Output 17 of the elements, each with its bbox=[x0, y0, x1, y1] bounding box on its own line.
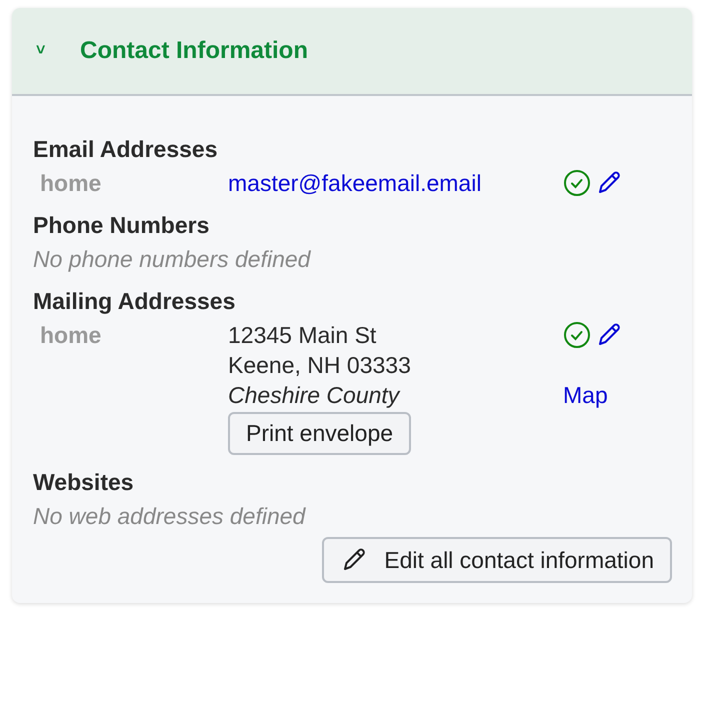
section-heading: Phone Numbers bbox=[33, 211, 210, 240]
county-text: Cheshire County bbox=[228, 381, 402, 410]
section-heading: Mailing Addresses bbox=[33, 287, 236, 316]
empty-message: No phone numbers defined bbox=[33, 245, 312, 274]
edit-all-button[interactable]: Edit all contact information bbox=[322, 537, 672, 584]
address-line: Keene, NH 03333 bbox=[228, 351, 412, 380]
empty-message: No web addresses defined bbox=[33, 502, 307, 532]
entry-label: home bbox=[39, 321, 102, 350]
map-link[interactable]: Map bbox=[563, 380, 608, 410]
panel-title: Contact Information bbox=[80, 36, 308, 66]
address-line: 12345 Main St bbox=[228, 321, 378, 350]
chevron-icon[interactable]: ˅ bbox=[36, 39, 80, 63]
print-envelope-button[interactable]: Print envelope bbox=[228, 412, 412, 456]
section-heading: Websites bbox=[33, 468, 135, 498]
entry-label: home bbox=[39, 169, 102, 198]
section-heading: Email Addresses bbox=[33, 135, 219, 164]
email-link[interactable]: master@fakeemail.email bbox=[228, 170, 482, 196]
